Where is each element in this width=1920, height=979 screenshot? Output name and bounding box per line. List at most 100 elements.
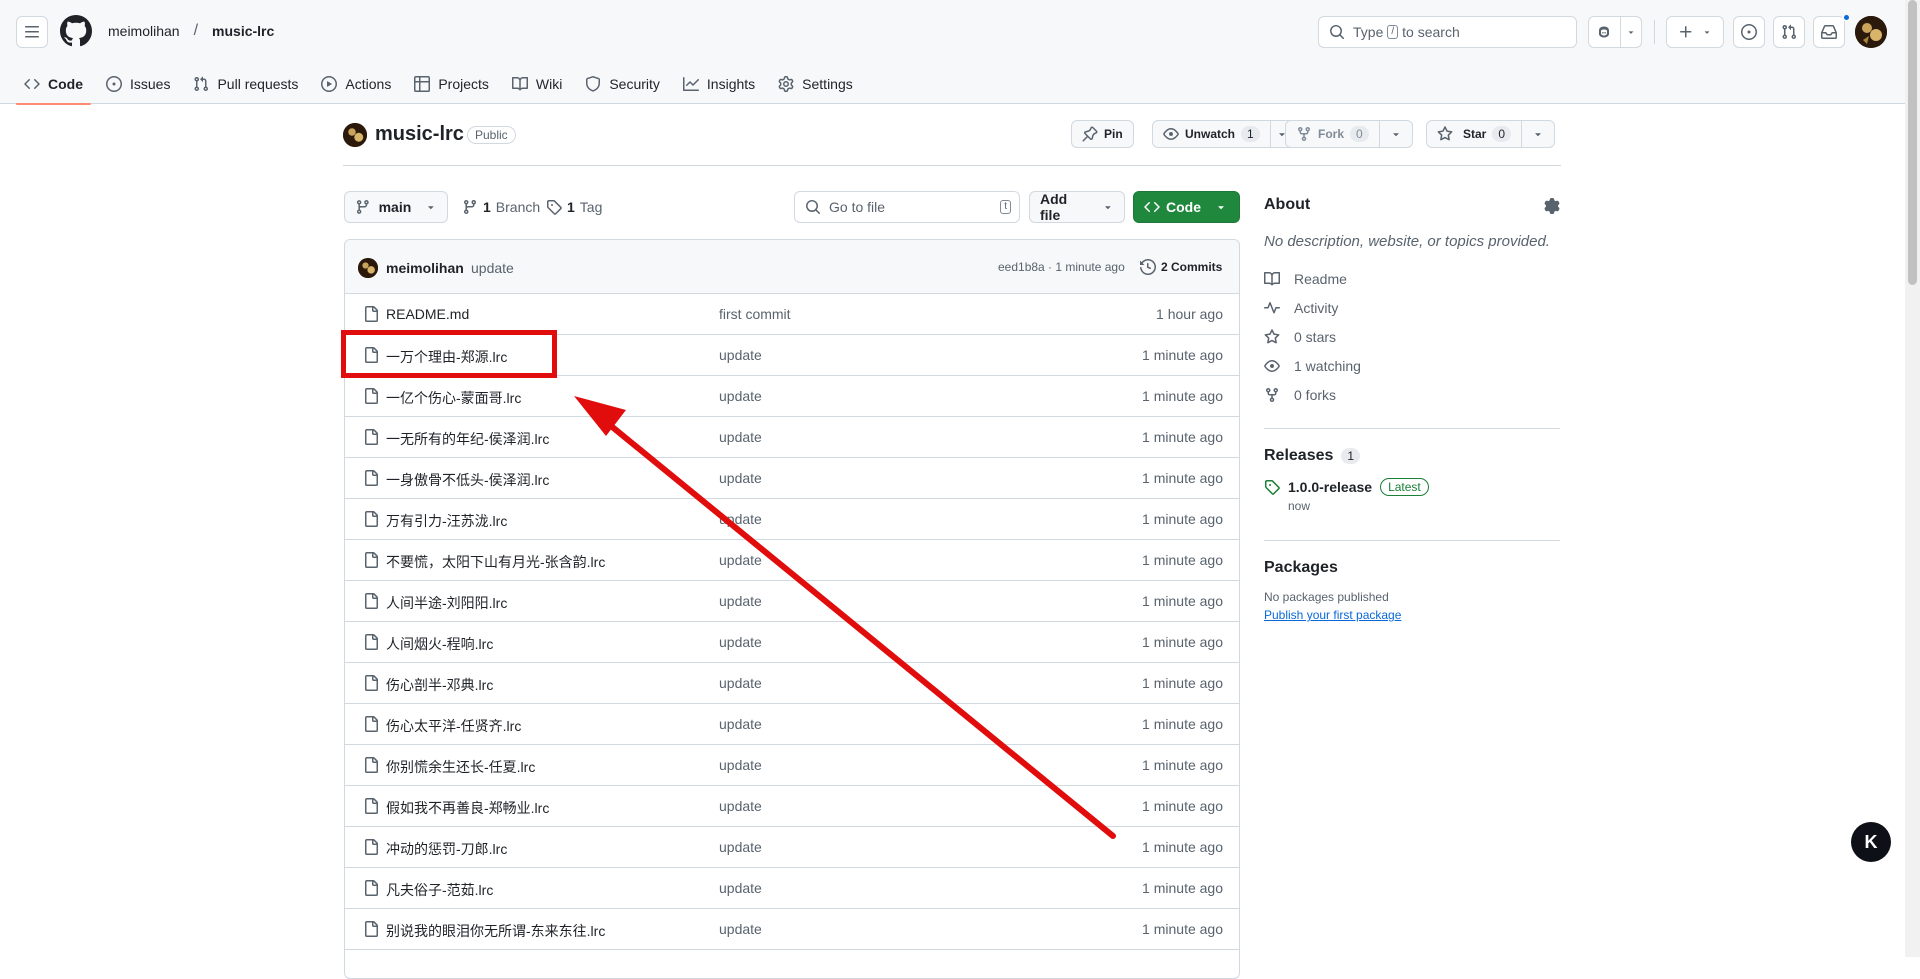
latest-release[interactable]: 1.0.0-release Latest [1264, 478, 1429, 496]
tags-link[interactable]: 1 Tag [546, 191, 602, 223]
readme-link[interactable]: Readme [1264, 264, 1560, 293]
tab-settings[interactable]: Settings [770, 64, 861, 104]
releases-title-row[interactable]: Releases 1 [1264, 447, 1429, 465]
branches-link[interactable]: 1 Branch [462, 191, 540, 223]
repo-link[interactable]: music-lrc [212, 23, 274, 39]
file-name[interactable]: 伤心剖半-邓典.lrc [386, 675, 493, 695]
file-name[interactable]: 伤心太平洋-任贤齐.lrc [386, 716, 521, 736]
file-name[interactable]: 万有引力-汪苏泷.lrc [386, 511, 507, 531]
commit-message[interactable]: update [471, 260, 514, 276]
search-input[interactable]: Type / to search [1318, 16, 1577, 48]
table-row[interactable]: 万有引力-汪苏泷.lrc update 1 minute ago [345, 499, 1239, 540]
table-row[interactable]: 不要慌，太阳下山有月光-张含韵.lrc update 1 minute ago [345, 540, 1239, 581]
repo-owner-avatar[interactable] [343, 123, 367, 147]
fork-menu-toggle[interactable] [1378, 121, 1412, 147]
tab-projects[interactable]: Projects [406, 64, 497, 104]
inbox-button[interactable] [1813, 16, 1845, 48]
star-button[interactable]: Star 0 [1426, 120, 1556, 148]
file-name[interactable]: 凡夫俗子-范茹.lrc [386, 880, 493, 900]
branch-selector[interactable]: main [344, 191, 448, 223]
file-commit-message[interactable]: update [719, 593, 762, 609]
publish-package-link[interactable]: Publish your first package [1264, 608, 1401, 622]
pull-requests-button[interactable] [1773, 16, 1805, 48]
tab-actions[interactable]: Actions [313, 64, 399, 104]
file-commit-message[interactable]: update [719, 388, 762, 404]
file-commit-message[interactable]: update [719, 798, 762, 814]
file-commit-message[interactable]: update [719, 470, 762, 486]
file-commit-message[interactable]: update [719, 921, 762, 937]
go-to-file-input[interactable]: Go to file t [794, 191, 1020, 223]
file-commit-message[interactable]: update [719, 839, 762, 855]
file-commit-message[interactable]: update [719, 429, 762, 445]
table-row[interactable]: 伤心剖半-邓典.lrc update 1 minute ago [345, 663, 1239, 704]
breadcrumb: meimolihan / music-lrc [108, 22, 274, 40]
file-commit-message[interactable]: update [719, 511, 762, 527]
tab-issues[interactable]: Issues [98, 64, 178, 104]
avatar[interactable] [358, 258, 378, 278]
copilot-chat-button[interactable]: K [1851, 822, 1891, 862]
file-commit-message[interactable]: update [719, 716, 762, 732]
file-name[interactable]: README.md [386, 306, 469, 322]
menu-button[interactable] [16, 16, 48, 48]
file-name[interactable]: 你别慌余生还长-任夏.lrc [386, 757, 535, 777]
watching-link[interactable]: 1 watching [1264, 351, 1560, 380]
add-file-button[interactable]: Add file [1029, 191, 1125, 223]
table-row[interactable]: 你别慌余生还长-任夏.lrc update 1 minute ago [345, 745, 1239, 786]
stars-link[interactable]: 0 stars [1264, 322, 1560, 351]
tab-security[interactable]: Security [577, 64, 668, 104]
packages-title[interactable]: Packages [1264, 559, 1401, 577]
file-commit-message[interactable]: update [719, 880, 762, 896]
file-name[interactable]: 一无所有的年纪-侯泽润.lrc [386, 429, 549, 449]
star-icon [1264, 328, 1280, 343]
file-name[interactable]: 不要慌，太阳下山有月光-张含韵.lrc [386, 552, 605, 572]
table-row[interactable]: 一亿个伤心-蒙面哥.lrc update 1 minute ago [345, 376, 1239, 417]
table-row[interactable]: 人间半途-刘阳阳.lrc update 1 minute ago [345, 581, 1239, 622]
copilot-button[interactable] [1588, 16, 1642, 48]
table-row[interactable]: README.md first commit 1 hour ago [345, 294, 1239, 335]
tab-wiki[interactable]: Wiki [504, 64, 570, 104]
file-name[interactable]: 人间半途-刘阳阳.lrc [386, 593, 507, 613]
file-commit-message[interactable]: update [719, 552, 762, 568]
issues-button[interactable] [1733, 16, 1765, 48]
user-avatar[interactable] [1855, 16, 1887, 48]
commit-author[interactable]: meimolihan [386, 260, 464, 276]
create-new-button[interactable] [1666, 16, 1724, 48]
file-commit-message[interactable]: update [719, 347, 762, 363]
file-commit-message[interactable]: update [719, 675, 762, 691]
table-row[interactable]: 一无所有的年纪-侯泽润.lrc update 1 minute ago [345, 417, 1239, 458]
pin-button[interactable]: Pin [1071, 120, 1134, 148]
file-commit-message[interactable]: update [719, 634, 762, 650]
file-name[interactable]: 人间烟火-程响.lrc [386, 634, 493, 654]
code-button[interactable]: Code [1133, 191, 1240, 223]
file-name[interactable]: 冲动的惩罚-刀郎.lrc [386, 839, 507, 859]
file-name[interactable]: 别说我的眼泪你无所谓-东来东往.lrc [386, 921, 605, 941]
file-commit-message[interactable]: update [719, 757, 762, 773]
file-commit-message[interactable]: first commit [719, 306, 791, 322]
tab-insights[interactable]: Insights [675, 64, 763, 104]
table-row[interactable]: 别说我的眼泪你无所谓-东来东往.lrc update 1 minute ago [345, 909, 1239, 950]
forks-link[interactable]: 0 forks [1264, 380, 1560, 409]
file-name[interactable]: 一亿个伤心-蒙面哥.lrc [386, 388, 521, 408]
github-logo-icon[interactable] [60, 15, 92, 47]
star-menu-toggle[interactable] [1521, 121, 1554, 147]
commits-link[interactable]: 2 Commits [1140, 259, 1222, 275]
table-row[interactable]: 人间烟火-程响.lrc update 1 minute ago [345, 622, 1239, 663]
tab-code[interactable]: Code [16, 64, 91, 105]
scrollbar-thumb[interactable] [1908, 0, 1917, 285]
commit-hash-time[interactable]: eed1b8a · 1 minute ago [998, 260, 1125, 274]
tab-pull-requests[interactable]: Pull requests [185, 64, 306, 104]
table-row[interactable]: 凡夫俗子-范茹.lrc update 1 minute ago [345, 868, 1239, 909]
edit-about-button[interactable] [1544, 198, 1560, 214]
owner-link[interactable]: meimolihan [108, 23, 180, 39]
table-row[interactable]: 假如我不再善良-郑畅业.lrc update 1 minute ago [345, 786, 1239, 827]
table-row[interactable]: 伤心太平洋-任贤齐.lrc update 1 minute ago [345, 704, 1239, 745]
file-name[interactable]: 一身傲骨不低头-侯泽润.lrc [386, 470, 549, 490]
unwatch-button[interactable]: Unwatch 1 [1152, 120, 1295, 148]
fork-button[interactable]: Fork 0 [1285, 120, 1413, 148]
page-scrollbar[interactable] [1905, 0, 1920, 957]
repo-title[interactable]: music-lrc [375, 123, 464, 146]
table-row[interactable]: 冲动的惩罚-刀郎.lrc update 1 minute ago [345, 827, 1239, 868]
activity-link[interactable]: Activity [1264, 293, 1560, 322]
table-row[interactable]: 一身傲骨不低头-侯泽润.lrc update 1 minute ago [345, 458, 1239, 499]
file-name[interactable]: 假如我不再善良-郑畅业.lrc [386, 798, 549, 818]
